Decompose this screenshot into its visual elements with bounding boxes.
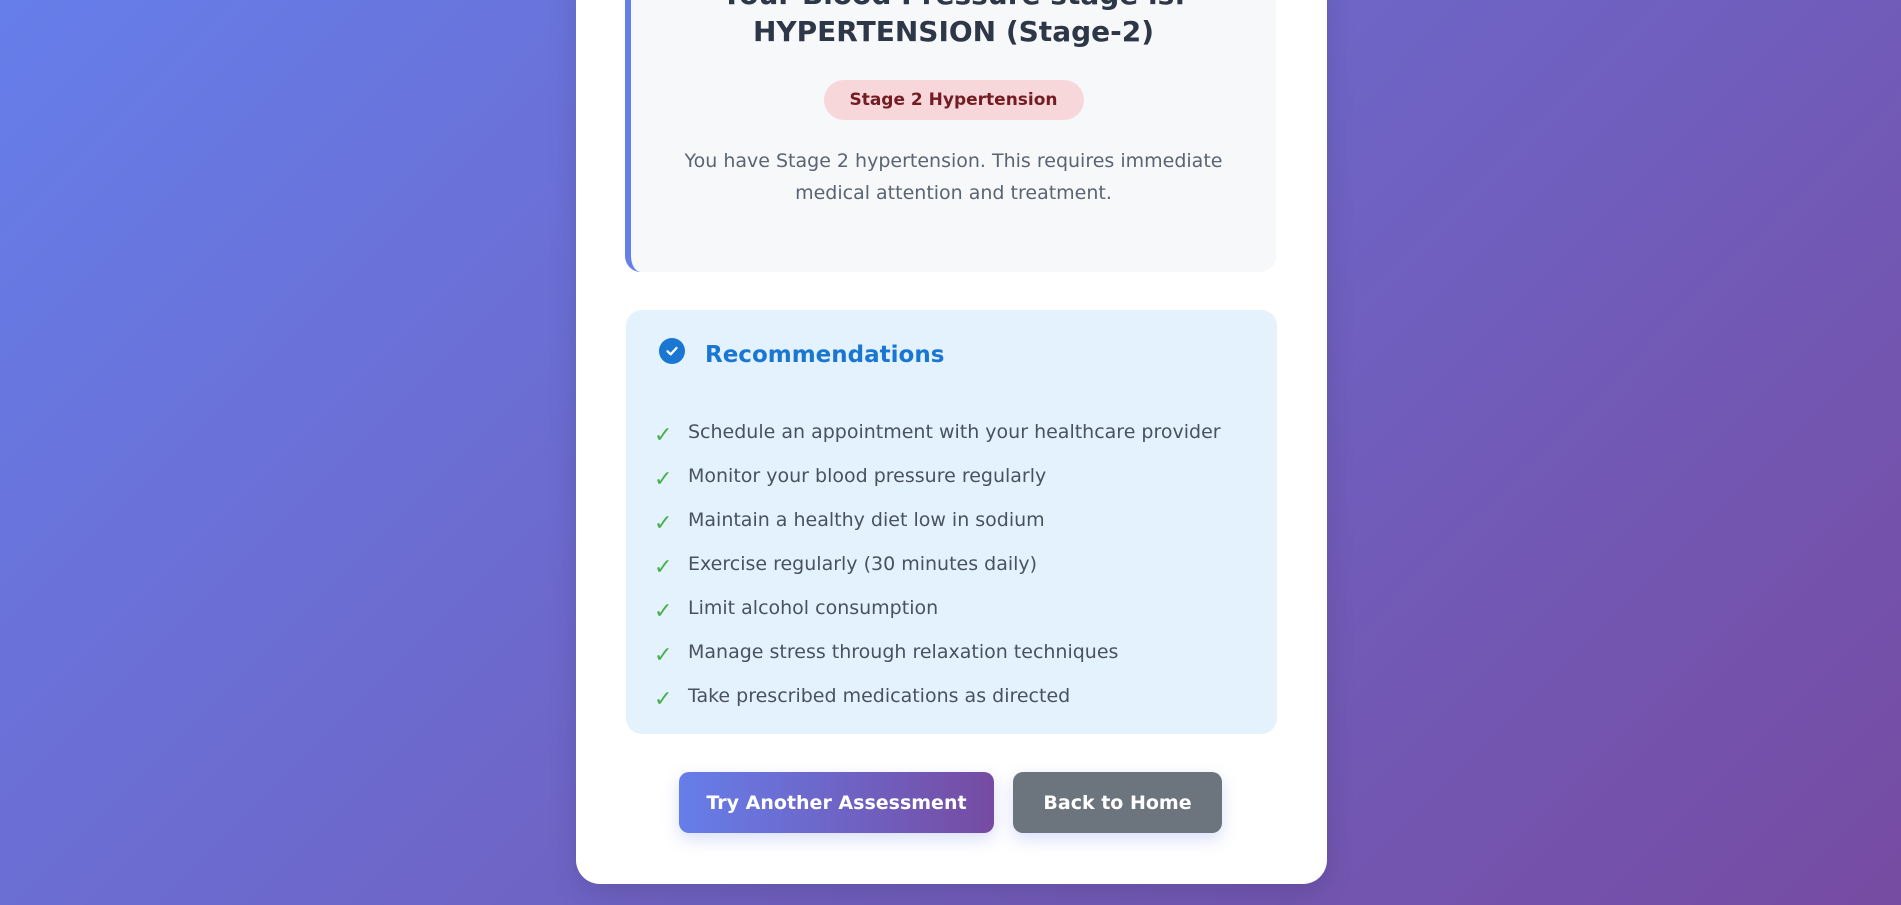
stage-badge: Stage 2 Hypertension — [823, 80, 1084, 120]
check-icon: ✓ — [654, 422, 673, 448]
recommendation-item: ✓ Limit alcohol consumption — [654, 586, 1221, 630]
result-description: You have Stage 2 hypertension. This requ… — [684, 150, 1223, 204]
try-another-assessment-button[interactable]: Try Another Assessment — [679, 772, 994, 833]
recommendation-item: ✓ Take prescribed medications as directe… — [654, 674, 1221, 718]
recommendations-title: Recommendations — [705, 342, 945, 368]
recommendation-text: Limit alcohol consumption — [688, 597, 939, 619]
recommendation-text: Monitor your blood pressure regularly — [688, 465, 1047, 487]
recommendation-text: Schedule an appointment with your health… — [688, 421, 1221, 443]
check-icon: ✓ — [654, 466, 673, 492]
recommendation-item: ✓ Monitor your blood pressure regularly — [654, 454, 1221, 498]
recommendation-item: ✓ Maintain a healthy diet low in sodium — [654, 498, 1221, 542]
result-card: Your Blood Pressure stage is: HYPERTENSI… — [576, 0, 1327, 884]
recommendation-item: ✓ Schedule an appointment with your heal… — [654, 410, 1221, 454]
check-icon: ✓ — [654, 686, 673, 712]
recommendation-text: Maintain a healthy diet low in sodium — [688, 509, 1045, 531]
result-title-line1: Your Blood Pressure stage is: — [631, 0, 1276, 13]
result-title-line2: HYPERTENSION (Stage-2) — [752, 15, 1155, 48]
back-to-home-button[interactable]: Back to Home — [1013, 772, 1222, 833]
check-icon: ✓ — [654, 554, 673, 580]
recommendation-item: ✓ Exercise regularly (30 minutes daily) — [654, 542, 1221, 586]
recommendations-box: Recommendations ✓ Schedule an appointmen… — [626, 310, 1277, 734]
result-title: Your Blood Pressure stage is: HYPERTENSI… — [631, 0, 1276, 50]
recommendation-item: ✓ Manage stress through relaxation techn… — [654, 630, 1221, 674]
recommendation-text: Manage stress through relaxation techniq… — [688, 641, 1119, 663]
check-icon: ✓ — [654, 510, 673, 536]
check-icon: ✓ — [654, 598, 673, 624]
recommendation-text: Exercise regularly (30 minutes daily) — [688, 553, 1038, 575]
recommendations-list: ✓ Schedule an appointment with your heal… — [654, 410, 1221, 718]
check-circle-icon — [659, 338, 685, 364]
result-box: Your Blood Pressure stage is: HYPERTENSI… — [625, 0, 1276, 272]
recommendations-header: Recommendations — [659, 338, 945, 368]
recommendation-text: Take prescribed medications as directed — [688, 685, 1071, 707]
check-icon: ✓ — [654, 642, 673, 668]
